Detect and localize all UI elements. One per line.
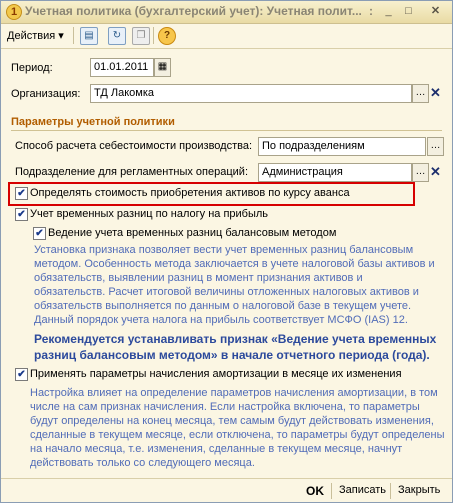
calendar-icon[interactable]: ▦ — [154, 58, 171, 77]
section-title: Параметры учетной политики — [11, 116, 175, 128]
bottom-bar: OK Записать Закрыть — [1, 478, 452, 502]
temp-diff-label[interactable]: Учет временных разниц по налогу на прибы… — [30, 208, 268, 220]
advance-rate-label[interactable]: Определять стоимость приобретения активо… — [30, 187, 350, 199]
advance-rate-checkbox[interactable]: ✔ — [15, 187, 28, 200]
organization-field[interactable]: ТД Лакомка — [90, 84, 412, 103]
button-divider — [390, 483, 391, 499]
amortization-label[interactable]: Применять параметры начисления амортизац… — [30, 368, 402, 380]
recommendation-line: Рекомендуется устанавливать признак «Вед… — [34, 332, 437, 346]
balance-method-checkbox[interactable]: ✔ — [33, 227, 46, 240]
title-separator: : — [369, 4, 373, 18]
clear-department-icon[interactable]: ✕ — [428, 163, 443, 180]
section-divider — [11, 130, 442, 131]
actions-label: Действия — [7, 30, 56, 42]
cost-method-field[interactable]: По подразделениям — [258, 137, 426, 156]
toolbar: Действия ▾ ▤ ↻ ❐ ? — [1, 23, 452, 49]
cost-method-value: По подразделениям — [262, 140, 365, 152]
recommendation-line: разниц балансовым методом» в начале отче… — [34, 348, 430, 362]
description-line: числе на сам признак начисления. Если на… — [30, 401, 420, 413]
description-line: Настройка влияет на определение параметр… — [30, 387, 438, 399]
close-button[interactable]: Закрыть — [398, 484, 440, 496]
refresh-icon[interactable]: ↻ — [108, 27, 126, 45]
select-organization-button[interactable]: … — [412, 84, 429, 103]
description-line: на начало месяца, т.е. изменения, сделан… — [30, 443, 403, 455]
select-department-button[interactable]: … — [412, 163, 429, 182]
period-field[interactable]: 01.01.2011 — [90, 58, 154, 77]
close-icon[interactable]: ✕ — [428, 4, 443, 19]
chevron-down-icon: ▾ — [58, 30, 64, 42]
maximize-icon[interactable]: □ — [401, 4, 416, 19]
department-label: Подразделение для регламентных операций: — [15, 166, 249, 178]
save-button[interactable]: Записать — [339, 484, 386, 496]
period-value: 01.01.2011 — [94, 61, 149, 73]
ok-button[interactable]: OK — [306, 484, 324, 498]
description-line: обязательств. Расчет итоговой величины о… — [34, 286, 419, 298]
amortization-checkbox[interactable]: ✔ — [15, 368, 28, 381]
organization-value: ТД Лакомка — [94, 87, 154, 99]
period-label: Период: — [11, 62, 53, 74]
balance-method-label[interactable]: Ведение учета временных разниц балансовы… — [48, 227, 336, 239]
organization-label: Организация: — [11, 88, 81, 100]
description-line: методом. Особенность метода заключается … — [34, 258, 435, 270]
description-line: Данный порядок учета налога на прибыль с… — [34, 314, 408, 326]
save-icon[interactable]: ▤ — [80, 27, 98, 45]
select-cost-method-button[interactable]: … — [427, 137, 444, 156]
clear-organization-icon[interactable]: ✕ — [428, 84, 443, 101]
temp-diff-checkbox[interactable]: ✔ — [15, 208, 28, 221]
actions-menu-button[interactable]: Действия ▾ — [7, 29, 64, 42]
description-line: обязательств, выявлении разниц в момент … — [34, 272, 363, 284]
amortization-description: Настройка влияет на определение параметр… — [30, 386, 444, 470]
description-line: сделанные в текущем месяце, если отключе… — [30, 429, 445, 441]
toolbar-divider — [153, 27, 154, 44]
accounting-policy-window: 1 Учетная политика (бухгалтерский учет):… — [0, 0, 453, 503]
description-line: будут определены на конец месяца, тем са… — [30, 415, 434, 427]
minimize-icon[interactable]: _ — [381, 4, 396, 19]
1c-icon: 1 — [6, 4, 22, 20]
description-line: Установка признака позволяет вести учет … — [34, 244, 414, 256]
cost-method-label: Способ расчета себестоимости производств… — [15, 140, 253, 152]
department-value: Администрация — [262, 166, 343, 178]
window-title: Учетная политика (бухгалтерский учет): У… — [25, 4, 362, 18]
button-divider — [331, 483, 332, 499]
toolbar-divider — [73, 27, 74, 44]
copy-icon[interactable]: ❐ — [132, 27, 150, 45]
help-icon[interactable]: ? — [158, 27, 176, 45]
description-line: обязательств выполняется по данным о нал… — [34, 300, 412, 312]
title-bar[interactable]: 1 Учетная политика (бухгалтерский учет):… — [1, 1, 452, 24]
description-line: действовать только со следующего месяца. — [30, 457, 255, 469]
department-field[interactable]: Администрация — [258, 163, 412, 182]
balance-method-description: Установка признака позволяет вести учет … — [34, 243, 435, 327]
recommendation-text: Рекомендуется устанавливать признак «Вед… — [34, 331, 436, 363]
